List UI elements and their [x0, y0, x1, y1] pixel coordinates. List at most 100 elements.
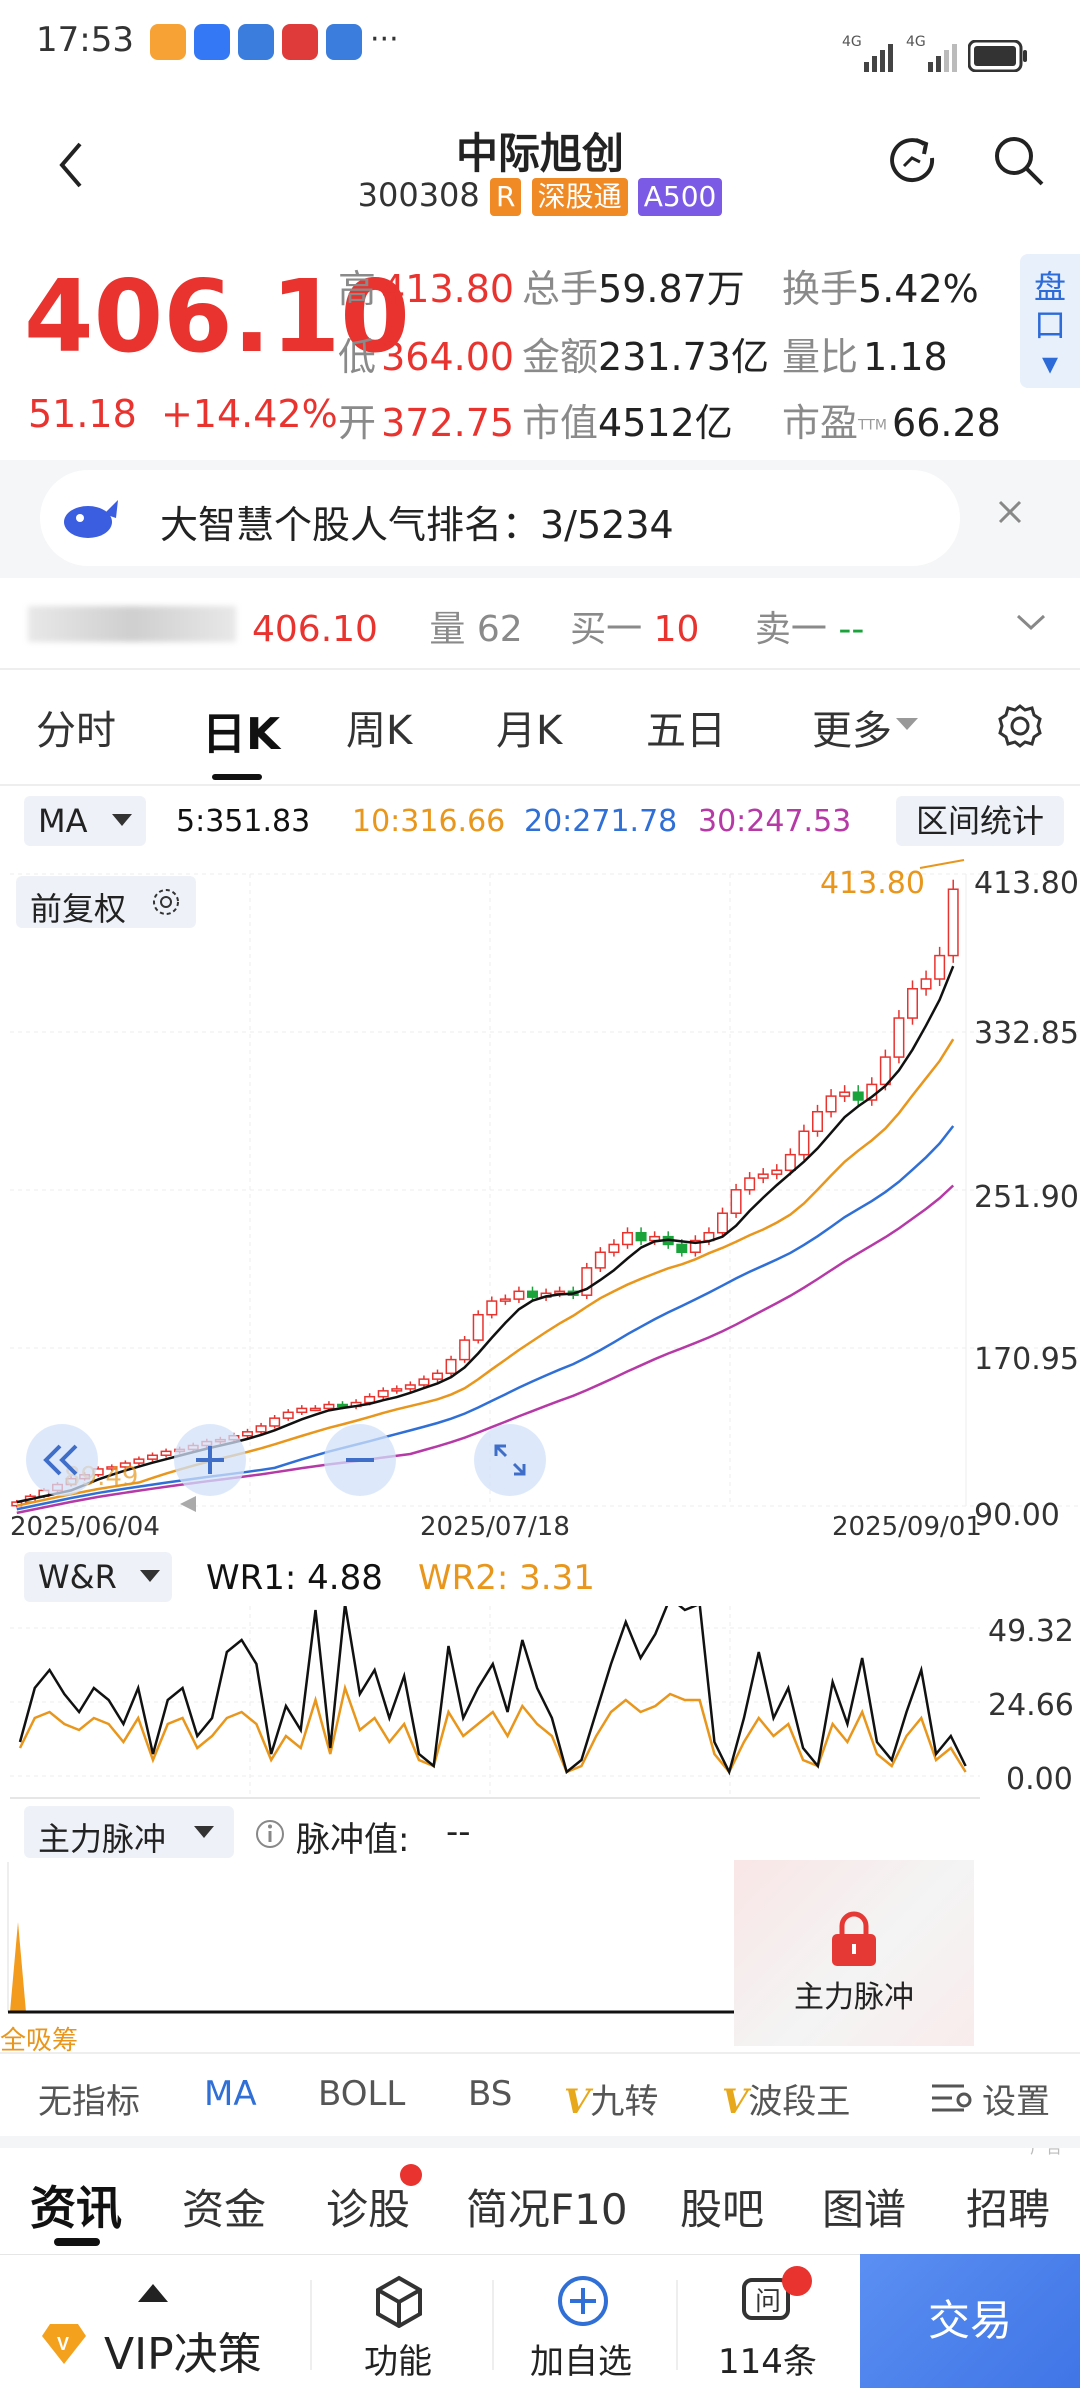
- ind-tab-settings[interactable]: 设置: [982, 2074, 1050, 2123]
- gear-icon[interactable]: [996, 702, 1044, 750]
- ma20-value: 20:271.78: [524, 804, 678, 839]
- zoom-in-button[interactable]: [174, 1424, 246, 1496]
- open-row: 开 372.75: [338, 392, 514, 447]
- zoom-out-button[interactable]: [324, 1424, 396, 1496]
- adjust-button[interactable]: 前复权: [16, 876, 196, 928]
- ind-tab-ma[interactable]: MA: [204, 2074, 257, 2114]
- trade-button[interactable]: 交易: [860, 2254, 1080, 2388]
- rewind-button[interactable]: [26, 1424, 98, 1496]
- kline-grid: [10, 873, 1080, 1507]
- pulse-selector[interactable]: 主力脉冲: [24, 1806, 234, 1858]
- search-icon[interactable]: [992, 134, 1046, 188]
- refresh-icon[interactable]: [884, 132, 942, 190]
- tab-more[interactable]: 更多: [812, 698, 892, 756]
- settings-list-icon: [932, 2084, 972, 2112]
- info-icon[interactable]: [254, 1818, 286, 1850]
- whale-icon: [64, 500, 118, 538]
- content-tab-jobs[interactable]: 招聘: [966, 2176, 1050, 2237]
- tab-rik[interactable]: 日K: [202, 698, 280, 762]
- ind-tab-jiuzhuan[interactable]: V九转: [564, 2074, 658, 2123]
- content-tab-f10[interactable]: 简况F10: [466, 2176, 628, 2237]
- vol-label: 总手: [522, 267, 599, 311]
- content-tab-funds[interactable]: 资金: [182, 2176, 266, 2237]
- tab-wuri[interactable]: 五日: [646, 698, 726, 756]
- panel-button-label: 盘口: [1033, 268, 1066, 344]
- tab-yuek[interactable]: 月K: [496, 698, 562, 756]
- nav-messages[interactable]: 114条: [718, 2334, 817, 2383]
- content-tab-underline: [54, 2238, 100, 2246]
- candle: [825, 1095, 837, 1113]
- content-tab-graph[interactable]: 图谱: [822, 2176, 906, 2237]
- wr-chart[interactable]: [0, 1606, 1080, 1800]
- wr-selector-label: W&R: [38, 1558, 117, 1596]
- wr2-value: WR2: 3.31: [418, 1558, 595, 1598]
- chevron-up-icon[interactable]: [138, 2284, 168, 2302]
- ma5-line: [16, 965, 955, 1504]
- candle: [242, 1431, 253, 1437]
- panel-button[interactable]: 盘口 ▾: [1020, 254, 1080, 388]
- gear-icon: [153, 889, 179, 915]
- divider: [0, 784, 1080, 786]
- low-row: 低 364.00: [338, 326, 514, 381]
- wr-selector[interactable]: W&R: [24, 1552, 172, 1602]
- low-value: 364.00: [381, 335, 515, 379]
- function-cube-icon: [376, 2275, 422, 2328]
- candle: [499, 1298, 511, 1302]
- x-tick-1: 2025/07/18: [420, 1512, 570, 1542]
- candle: [527, 1290, 538, 1298]
- signal-icon-2: [928, 44, 957, 72]
- wr-y-tick-0: 49.32: [988, 1614, 1074, 1649]
- range-stats-button[interactable]: 区间统计: [896, 796, 1064, 846]
- pulse-bar: [10, 1922, 26, 2012]
- candle: [784, 1153, 796, 1172]
- content-tab-diagnose[interactable]: 诊股: [326, 2176, 410, 2237]
- status-bar: 17:53 ··· 4G 4G: [0, 0, 1080, 118]
- tab-zhouk[interactable]: 周K: [346, 698, 412, 756]
- divider: [0, 2136, 1080, 2148]
- status-time: 17:53: [36, 20, 134, 60]
- nav-function[interactable]: 功能: [364, 2334, 432, 2383]
- candle: [717, 1212, 728, 1234]
- ma-selector-label: MA: [38, 802, 88, 840]
- open-label: 开: [338, 401, 377, 445]
- nav-add-watchlist[interactable]: 加自选: [530, 2334, 632, 2383]
- popularity-banner[interactable]: 大智慧个股人气排名：3/5234: [40, 470, 960, 566]
- candle: [594, 1251, 606, 1269]
- double-chevron-left-icon: [43, 1444, 78, 1476]
- content-tab-news[interactable]: 资讯: [30, 2172, 122, 2238]
- wr1-value: WR1: 4.88: [206, 1558, 383, 1598]
- expand-icon: [494, 1444, 526, 1476]
- locked-pulse-label: 主力脉冲: [794, 1980, 914, 2015]
- candle: [160, 1450, 172, 1457]
- caret-down-icon: [112, 814, 132, 826]
- chevron-down-icon[interactable]: [1016, 612, 1046, 632]
- ma-selector[interactable]: MA: [24, 796, 146, 846]
- nav-divider: [676, 2280, 678, 2370]
- candle: [377, 1390, 389, 1398]
- wr-y-tick-1: 24.66: [988, 1688, 1074, 1723]
- ind-tab-bs[interactable]: BS: [468, 2074, 512, 2114]
- ind-tab-boduan[interactable]: V波段王: [722, 2074, 850, 2123]
- candle: [852, 1091, 864, 1101]
- close-icon[interactable]: [996, 498, 1024, 526]
- high-marker: [919, 859, 965, 869]
- y-tick-1: 332.85: [974, 1016, 1079, 1051]
- red-dot-badge: [400, 2164, 422, 2186]
- mcap-row: 市值4512亿: [522, 392, 733, 447]
- candle: [635, 1231, 647, 1242]
- ind-tab-none[interactable]: 无指标: [38, 2074, 140, 2123]
- scroll-left-icon[interactable]: [178, 1494, 198, 1514]
- locked-pulse-panel[interactable]: 主力脉冲: [734, 1860, 974, 2046]
- pe-row: 市盈TTM 66.28: [782, 392, 1001, 447]
- message-badge: [782, 2266, 812, 2296]
- content-tab-guba[interactable]: 股吧: [680, 2176, 764, 2237]
- tick-sell-label: 卖一: [754, 609, 827, 650]
- fullscreen-button[interactable]: [474, 1424, 546, 1496]
- vip-decision-button[interactable]: VIP决策: [104, 2318, 262, 2382]
- v-icon: V: [564, 2082, 591, 2122]
- tab-fenshi[interactable]: 分时: [36, 698, 116, 756]
- pulse-value: --: [446, 1812, 471, 1852]
- svg-text:问: 问: [755, 2287, 781, 2317]
- ind-tab-boll[interactable]: BOLL: [318, 2074, 405, 2114]
- pe-value: 66.28: [892, 401, 1001, 445]
